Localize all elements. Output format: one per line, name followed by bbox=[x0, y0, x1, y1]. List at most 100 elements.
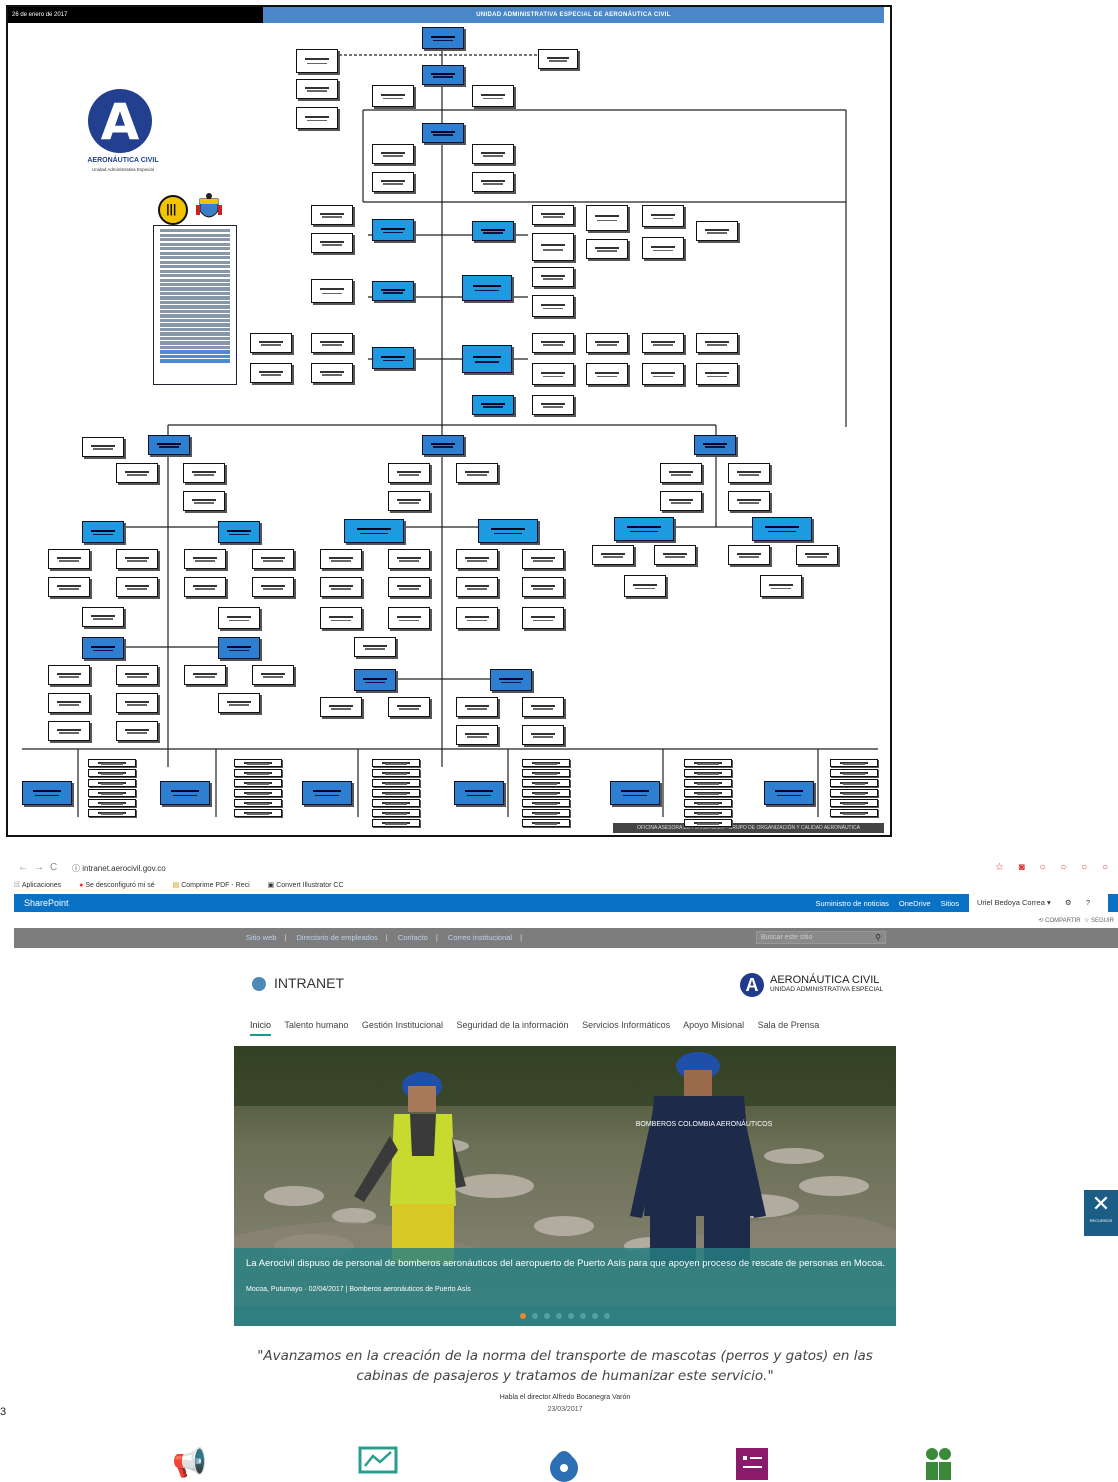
org-box bbox=[456, 725, 498, 745]
search-icon[interactable]: ⚲ bbox=[875, 932, 881, 943]
site-search-input[interactable]: Buscar este sitio ⚲ bbox=[756, 931, 886, 944]
carousel-dot[interactable] bbox=[532, 1313, 538, 1319]
org-box bbox=[388, 577, 430, 597]
tab-inicio[interactable]: Inicio bbox=[250, 1020, 272, 1036]
intranet-logo-icon bbox=[252, 977, 266, 992]
org-sub-box bbox=[684, 799, 732, 807]
bookmark-apps[interactable]: ⁞⁞⁞ Aplicaciones bbox=[14, 878, 69, 894]
org-box bbox=[624, 575, 666, 597]
carousel-dot[interactable] bbox=[544, 1313, 550, 1319]
browser-nav-icons[interactable]: ←→C bbox=[18, 862, 63, 873]
vest-text: BOMBEROS COLOMBIA AERONÁUTICOS bbox=[636, 1119, 773, 1128]
org-sub-box bbox=[88, 769, 136, 777]
nav-contacto[interactable]: Contacto bbox=[398, 933, 428, 942]
org-box bbox=[372, 219, 414, 241]
org-box bbox=[490, 669, 532, 691]
org-box bbox=[250, 363, 292, 383]
org-box bbox=[372, 144, 414, 164]
lock-shield-icon[interactable] bbox=[544, 1446, 584, 1482]
gear-icon[interactable]: ⚙ bbox=[1065, 898, 1072, 907]
tab-talento-humano[interactable]: Talento humano bbox=[284, 1020, 348, 1030]
carousel-dot[interactable] bbox=[580, 1313, 586, 1319]
org-box bbox=[82, 521, 124, 543]
org-box bbox=[311, 279, 353, 303]
org-sub-box bbox=[88, 809, 136, 817]
org-box bbox=[372, 281, 414, 301]
nav-correo[interactable]: Correo institucional bbox=[448, 933, 512, 942]
org-box bbox=[311, 205, 353, 225]
org-sub-box bbox=[372, 789, 420, 797]
tab-apoyo-misional[interactable]: Apoyo Misional bbox=[683, 1020, 744, 1030]
org-box-regional bbox=[610, 781, 660, 805]
follow-button[interactable]: SEGUIR bbox=[1091, 918, 1114, 924]
people-icon[interactable] bbox=[918, 1446, 958, 1482]
tab-sala-de-prensa[interactable]: Sala de Prensa bbox=[758, 1020, 820, 1030]
nav-directorio[interactable]: Directorio de empleados bbox=[296, 933, 377, 942]
chart-monitor-icon[interactable] bbox=[358, 1446, 398, 1482]
carousel-dot[interactable] bbox=[592, 1313, 598, 1319]
recursos-side-tab[interactable]: ✕ RECURSOS bbox=[1084, 1190, 1118, 1236]
org-box bbox=[456, 607, 498, 629]
carousel-dot[interactable] bbox=[556, 1313, 562, 1319]
tab-servicios-informaticos[interactable]: Servicios Informáticos bbox=[582, 1020, 670, 1030]
org-sub-box bbox=[684, 809, 732, 817]
hero-headline[interactable]: La Aerocivil dispuso de personal de bomb… bbox=[246, 1258, 886, 1269]
org-box bbox=[184, 549, 226, 569]
carousel-dot[interactable] bbox=[604, 1313, 610, 1319]
carousel-dots bbox=[234, 1306, 896, 1326]
newsfeed-link[interactable]: Suministro de noticias bbox=[816, 899, 889, 908]
org-box bbox=[532, 333, 574, 353]
nav-sitio-web[interactable]: Sitio web bbox=[246, 933, 276, 942]
org-box bbox=[184, 665, 226, 685]
carousel-dot-active[interactable] bbox=[520, 1313, 526, 1319]
share-button[interactable]: COMPARTIR bbox=[1045, 918, 1080, 924]
org-box bbox=[642, 333, 684, 353]
org-box bbox=[696, 221, 738, 241]
tab-gestion-institucional[interactable]: Gestión Institucional bbox=[362, 1020, 443, 1030]
org-box bbox=[660, 491, 702, 511]
org-box bbox=[694, 435, 736, 455]
browser-toolbar: ←→C ⓘ intranet.aerocivil.gov.co ☆ ◙ ○ ○ … bbox=[14, 858, 1118, 878]
org-box bbox=[116, 665, 158, 685]
org-box bbox=[456, 577, 498, 597]
org-sub-box bbox=[522, 769, 570, 777]
bookmark-item[interactable]: ● Se desconfiguró mi sé bbox=[79, 878, 163, 894]
onedrive-link[interactable]: OneDrive bbox=[899, 899, 931, 908]
tab-seguridad-informacion[interactable]: Seguridad de la información bbox=[456, 1020, 568, 1030]
org-box bbox=[728, 463, 770, 483]
org-box bbox=[654, 545, 696, 565]
org-logo-sub: Unidad Administrativa Especial bbox=[92, 167, 154, 172]
tools-icon: ✕ bbox=[1091, 1191, 1111, 1216]
org-box bbox=[148, 435, 190, 455]
bookmark-item[interactable]: ▣ Convert Illustrator CC bbox=[268, 878, 352, 894]
megaphone-icon[interactable]: 📢 bbox=[172, 1446, 207, 1479]
org-box bbox=[372, 172, 414, 192]
address-bar[interactable]: ⓘ intranet.aerocivil.gov.co bbox=[72, 863, 166, 874]
org-sub-box bbox=[88, 789, 136, 797]
extension-icons[interactable]: ☆ ◙ ○ ○ ○ ○ bbox=[995, 862, 1114, 873]
org-sub-box bbox=[234, 759, 282, 767]
help-icon[interactable]: ? bbox=[1086, 898, 1090, 907]
org-box bbox=[532, 363, 574, 385]
org-sub-box bbox=[830, 809, 878, 817]
org-box bbox=[642, 363, 684, 385]
org-sub-box bbox=[88, 779, 136, 787]
org-box bbox=[116, 549, 158, 569]
sites-link[interactable]: Sitios bbox=[941, 899, 959, 908]
user-menu[interactable]: Uriel Bedoya Correa ▾ ⚙ ? bbox=[968, 894, 1108, 912]
org-box bbox=[696, 333, 738, 353]
org-box bbox=[472, 85, 514, 107]
carousel-dot[interactable] bbox=[568, 1313, 574, 1319]
org-sub-box bbox=[522, 759, 570, 767]
org-box bbox=[48, 577, 90, 597]
quick-links-row: 📢 bbox=[14, 1446, 1118, 1482]
org-box bbox=[311, 333, 353, 353]
sharepoint-brand[interactable]: SharePoint bbox=[24, 898, 69, 908]
colombia-coat-of-arms-icon bbox=[196, 193, 222, 218]
org-box bbox=[388, 463, 430, 483]
hero-carousel[interactable]: BOMBEROS COLOMBIA AERONÁUTICOS La Aeroci… bbox=[234, 1046, 896, 1326]
org-box bbox=[522, 607, 564, 629]
bookmark-item[interactable]: ▤ Comprime PDF - Reci bbox=[173, 878, 258, 894]
org-box bbox=[472, 144, 514, 164]
document-list-icon[interactable] bbox=[732, 1446, 772, 1482]
